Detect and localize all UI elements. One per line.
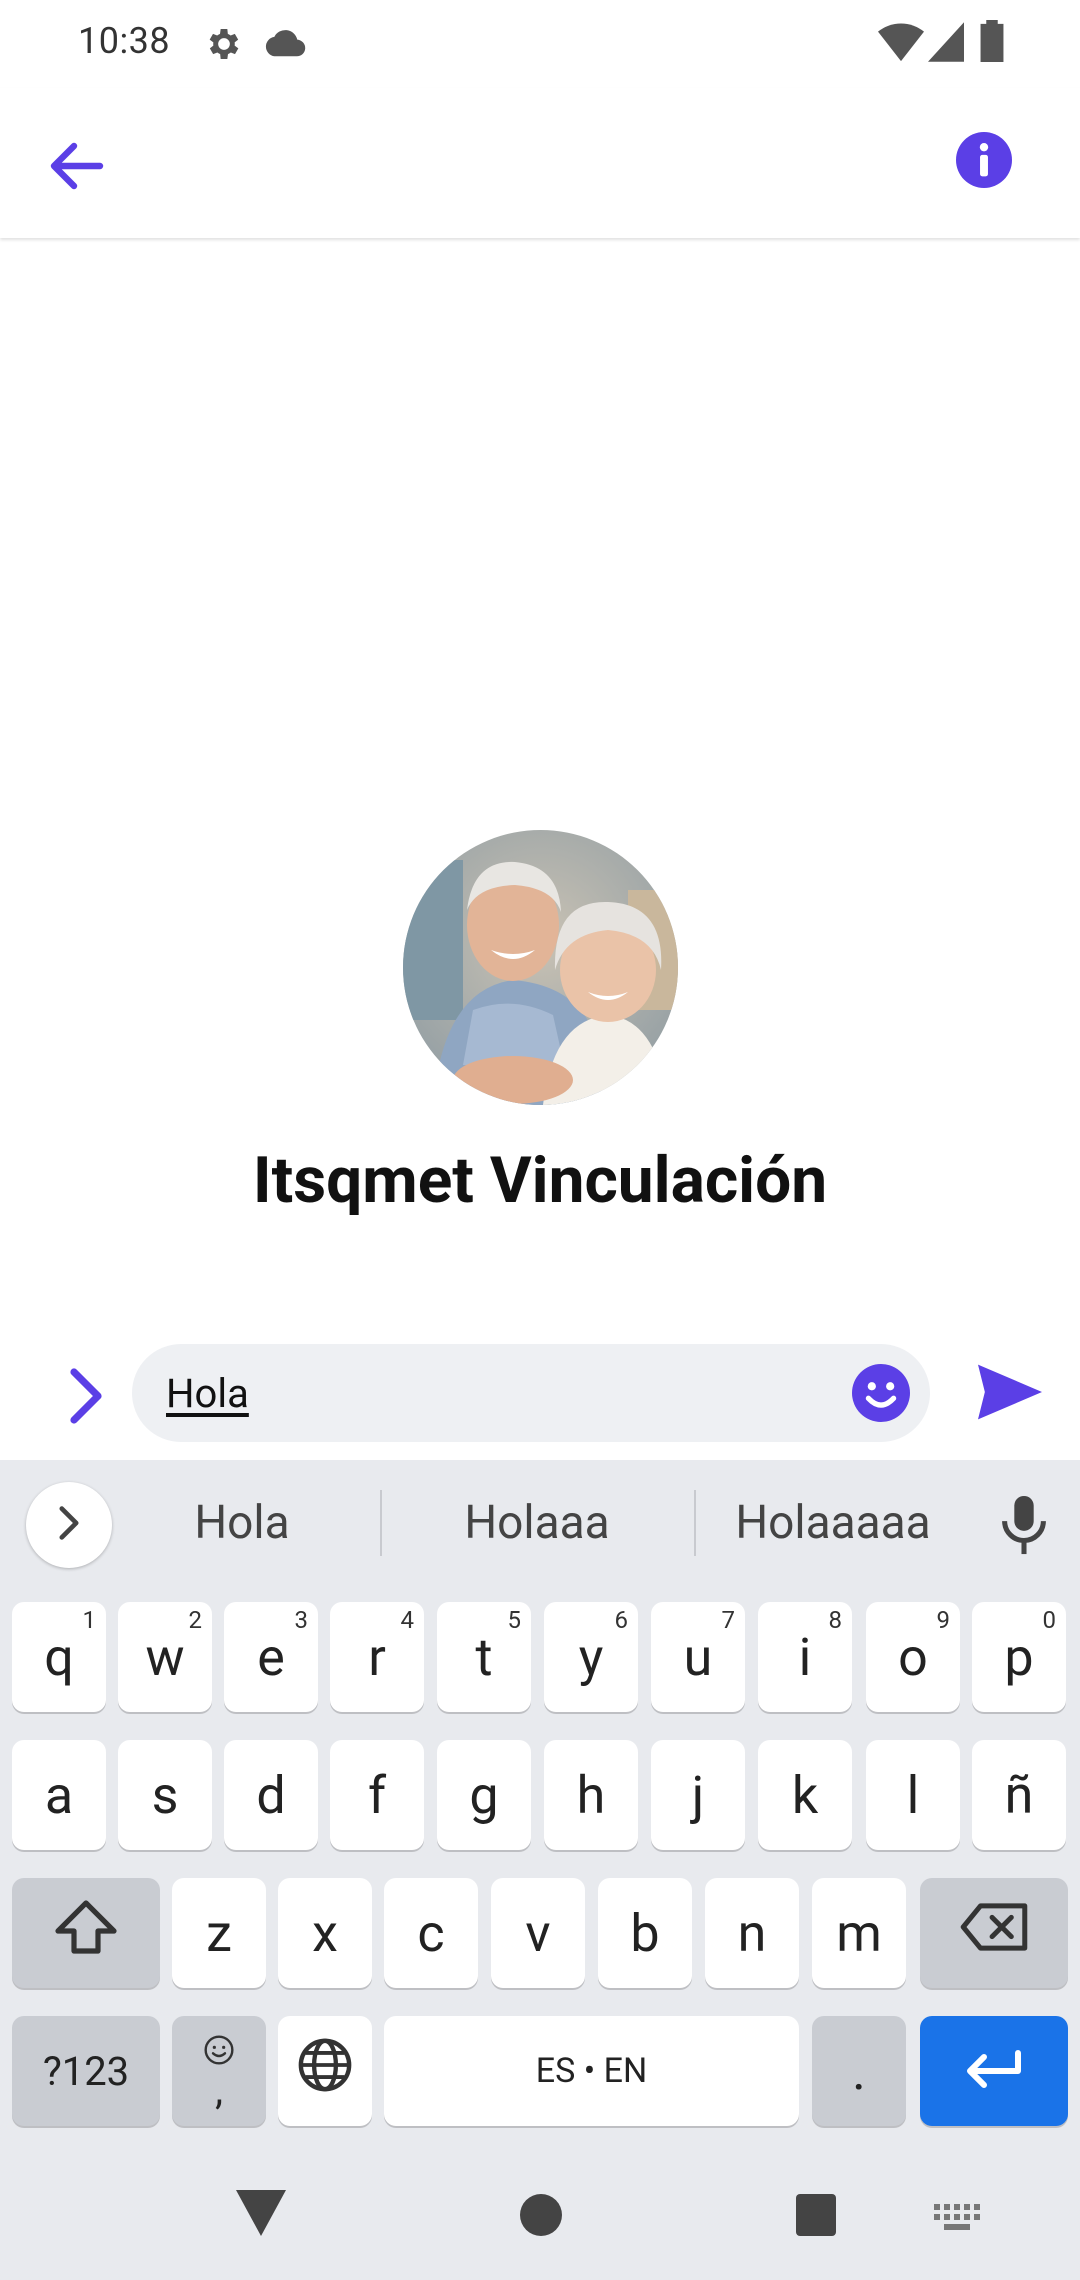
key-r[interactable]: r4 bbox=[330, 1602, 424, 1712]
emoji-button[interactable] bbox=[852, 1364, 910, 1422]
suggestion-divider bbox=[694, 1490, 696, 1556]
key-f[interactable]: f bbox=[330, 1740, 424, 1850]
microphone-icon bbox=[1000, 1495, 1048, 1560]
shift-arrow-icon bbox=[54, 1899, 118, 1968]
message-composer: Hola bbox=[0, 1338, 1080, 1460]
message-input[interactable]: Hola bbox=[132, 1344, 930, 1442]
status-time: 10:38 bbox=[78, 20, 171, 62]
suggestion-2[interactable]: Holaaa bbox=[430, 1496, 644, 1550]
period-key[interactable]: . bbox=[812, 2016, 906, 2126]
shift-key[interactable] bbox=[12, 1878, 160, 1988]
send-button[interactable] bbox=[978, 1364, 1044, 1430]
chevron-right-icon bbox=[58, 1505, 80, 1545]
enter-key[interactable] bbox=[920, 2016, 1068, 2126]
arrow-back-icon bbox=[48, 142, 104, 194]
info-icon bbox=[956, 132, 1012, 192]
status-bar: 10:38 bbox=[0, 0, 1080, 88]
key-o[interactable]: o9 bbox=[866, 1602, 960, 1712]
key-l[interactable]: l bbox=[866, 1740, 960, 1850]
key-e[interactable]: e3 bbox=[224, 1602, 318, 1712]
wifi-icon bbox=[878, 22, 924, 66]
chevron-right-icon bbox=[58, 1368, 104, 1430]
space-key[interactable]: ES • EN bbox=[384, 2016, 799, 2126]
suggestion-1[interactable]: Hola bbox=[150, 1496, 334, 1550]
key-n-tilde[interactable]: ñ bbox=[972, 1740, 1066, 1850]
language-key[interactable] bbox=[278, 2016, 372, 2126]
key-w[interactable]: w2 bbox=[118, 1602, 212, 1712]
key-g[interactable]: g bbox=[437, 1740, 531, 1850]
settings-gear-icon bbox=[204, 24, 244, 68]
key-t[interactable]: t5 bbox=[437, 1602, 531, 1712]
app-bar bbox=[0, 88, 1080, 238]
suggestion-divider bbox=[380, 1490, 382, 1556]
send-icon bbox=[978, 1364, 1042, 1424]
back-button[interactable] bbox=[36, 128, 116, 208]
cell-signal-icon bbox=[928, 22, 964, 66]
info-button[interactable] bbox=[956, 132, 1020, 196]
keyboard-menu-button[interactable] bbox=[26, 1482, 112, 1568]
soft-keyboard: Hola Holaaa Holaaaaa q1 w2 e3 r4 t5 y6 u… bbox=[0, 1460, 1080, 2280]
nav-back-button[interactable] bbox=[236, 2190, 286, 2240]
globe-icon bbox=[296, 2036, 354, 2107]
key-n[interactable]: n bbox=[705, 1878, 799, 1988]
key-q[interactable]: q1 bbox=[12, 1602, 106, 1712]
comma-label: , bbox=[215, 2066, 223, 2114]
nav-home-button[interactable] bbox=[520, 2194, 562, 2240]
voice-input-button[interactable] bbox=[1000, 1494, 1048, 1556]
symbols-key[interactable]: ?123 bbox=[12, 2016, 160, 2126]
nav-recents-button[interactable] bbox=[796, 2194, 836, 2240]
backspace-icon bbox=[959, 1902, 1029, 1965]
key-c[interactable]: c bbox=[384, 1878, 478, 1988]
contact-avatar[interactable] bbox=[403, 830, 678, 1105]
key-i[interactable]: i8 bbox=[758, 1602, 852, 1712]
expand-actions-button[interactable] bbox=[58, 1366, 114, 1430]
key-k[interactable]: k bbox=[758, 1740, 852, 1850]
suggestion-3[interactable]: Holaaaaa bbox=[718, 1496, 948, 1550]
key-a[interactable]: a bbox=[12, 1740, 106, 1850]
key-s[interactable]: s bbox=[118, 1740, 212, 1850]
key-d[interactable]: d bbox=[224, 1740, 318, 1850]
key-v[interactable]: v bbox=[491, 1878, 585, 1988]
key-m[interactable]: m bbox=[812, 1878, 906, 1988]
key-h[interactable]: h bbox=[544, 1740, 638, 1850]
enter-arrow-icon bbox=[964, 2041, 1024, 2102]
emoji-comma-key[interactable]: , bbox=[172, 2016, 266, 2126]
key-z[interactable]: z bbox=[172, 1878, 266, 1988]
cloud-icon bbox=[264, 26, 306, 64]
system-navigation-bar bbox=[0, 2160, 1080, 2280]
key-j[interactable]: j bbox=[651, 1740, 745, 1850]
contact-name: Itsqmet Vinculación bbox=[252, 1143, 828, 1218]
conversation-area: Itsqmet Vinculación bbox=[0, 238, 1080, 1338]
key-y[interactable]: y6 bbox=[544, 1602, 638, 1712]
key-p[interactable]: p0 bbox=[972, 1602, 1066, 1712]
battery-icon bbox=[980, 20, 1004, 66]
suggestion-strip: Hola Holaaa Holaaaaa bbox=[0, 1460, 1080, 1584]
key-x[interactable]: x bbox=[278, 1878, 372, 1988]
backspace-key[interactable] bbox=[920, 1878, 1068, 1988]
keyboard-hide-icon[interactable] bbox=[934, 2204, 980, 2234]
key-b[interactable]: b bbox=[598, 1878, 692, 1988]
message-input-text[interactable]: Hola bbox=[166, 1370, 249, 1417]
key-u[interactable]: u7 bbox=[651, 1602, 745, 1712]
smiley-icon bbox=[852, 1364, 910, 1426]
